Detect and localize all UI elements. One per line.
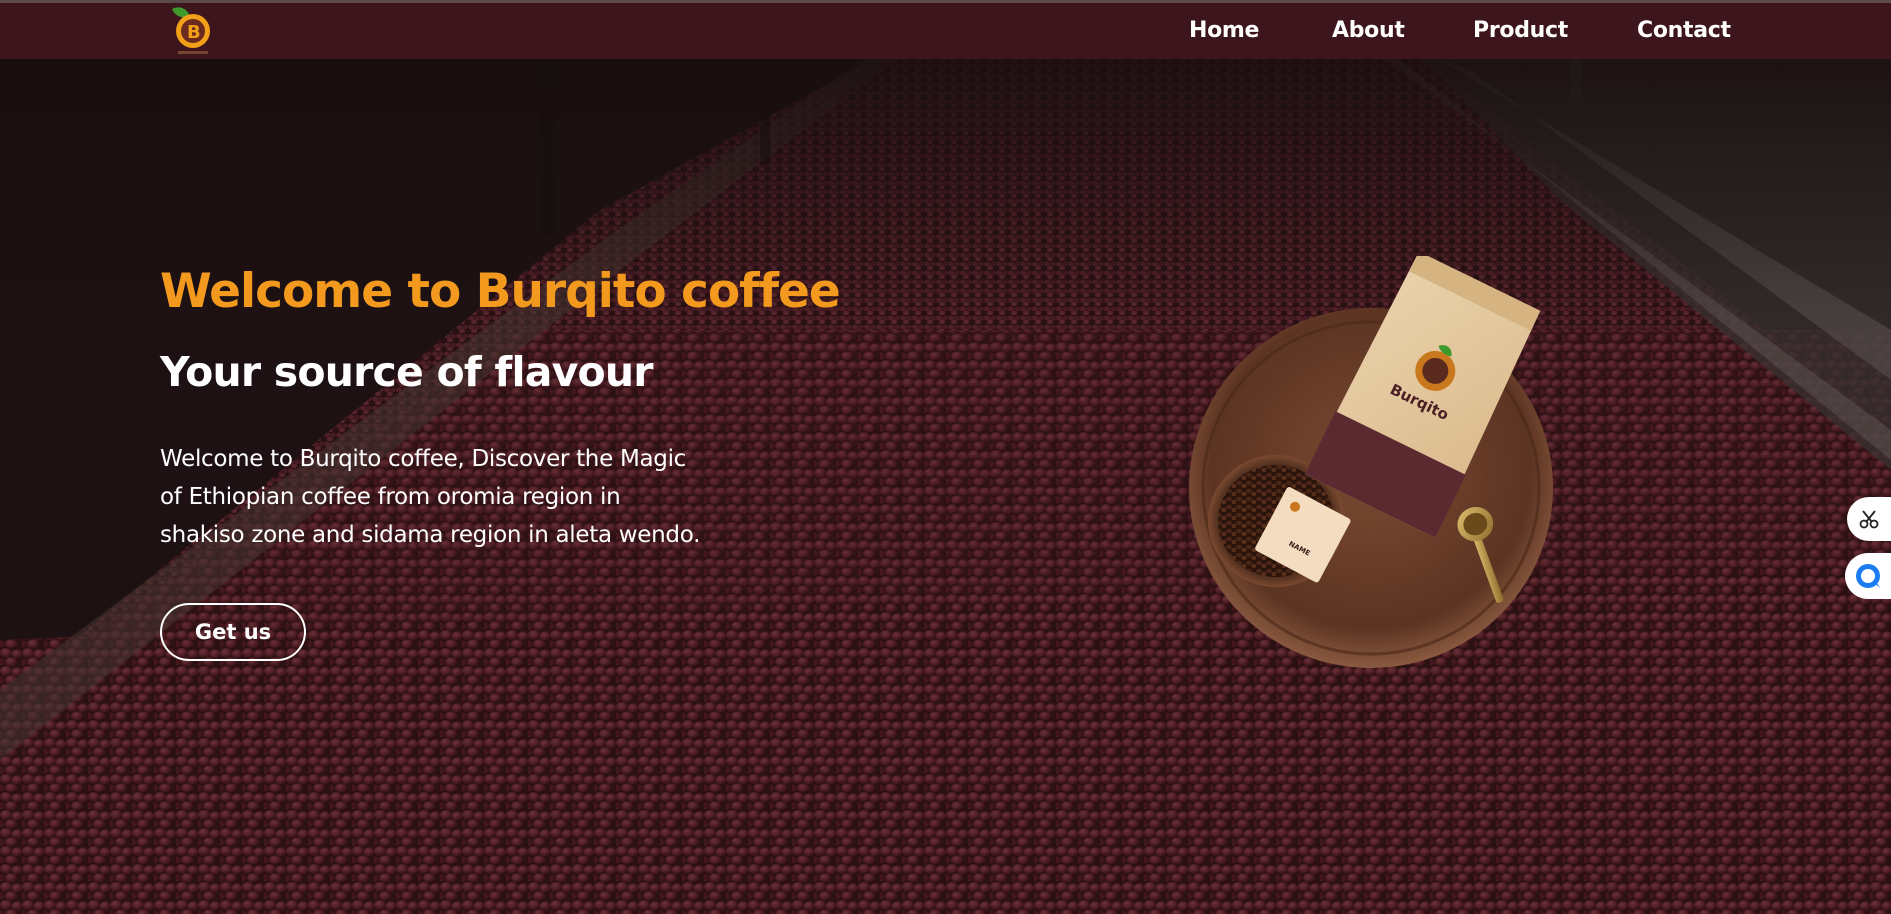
brand-logo[interactable]: B [166,5,216,59]
scissors-icon [1859,510,1879,529]
nav-about[interactable]: About [1332,18,1405,43]
get-us-button[interactable]: Get us [160,603,306,661]
hero-title: Welcome to Burqito coffee [160,264,841,319]
chat-bubble-icon [1856,564,1880,588]
hero-description-line: Welcome to Burqito coffee, Discover the … [160,446,687,472]
hero-description-line: of Ethiopian coffee from oromia region i… [160,484,621,510]
chat-tool-button[interactable] [1845,553,1891,599]
hero-description: Welcome to Burqito coffee, Discover the … [160,440,800,554]
navbar: B Home About Product Contact [0,0,1891,59]
hero-description-line: shakiso zone and sidama region in aleta … [160,522,701,548]
logo-icon: B [172,7,210,54]
scissors-tool-button[interactable] [1847,497,1891,541]
hero-subtitle: Your source of flavour [160,348,653,396]
coffee-tray-illustration: NAME Burqito [1189,251,1553,668]
product-image: NAME Burqito [1186,251,1556,676]
nav-contact[interactable]: Contact [1637,18,1731,43]
svg-text:B: B [187,22,201,43]
nav-product[interactable]: Product [1473,18,1568,43]
nav-home[interactable]: Home [1189,18,1259,43]
